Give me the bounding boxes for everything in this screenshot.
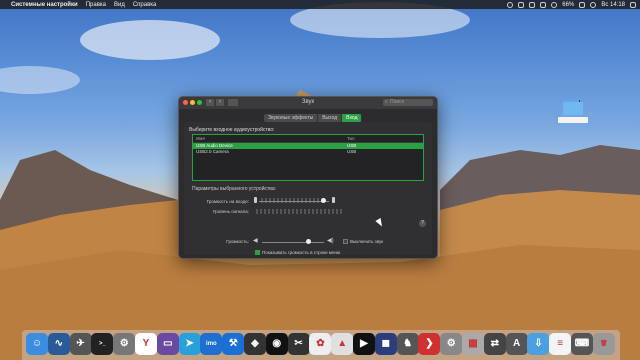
desktop-folder-label [558, 117, 588, 123]
migration-icon[interactable]: ⇄ [483, 333, 506, 355]
output-volume-slider[interactable] [262, 242, 324, 243]
search-icon: ⌕ [385, 99, 388, 105]
signal-level-meter [256, 209, 342, 214]
shortcuts-icon[interactable]: ◆ [244, 333, 266, 355]
obs-icon[interactable]: ◉ [265, 333, 288, 355]
speaker-low-icon: ◀ [253, 238, 258, 244]
system-gear-icon[interactable]: ⚙ [113, 333, 136, 355]
device-heading: Выберите входное аудиоустройство: [189, 127, 275, 133]
title-bar: ‹ › Звук ⌕ Поиск [179, 97, 437, 109]
input-volume-knob[interactable] [321, 198, 326, 203]
status-circle-icon[interactable] [507, 1, 514, 8]
device-name: USB2.0 Camera [196, 149, 229, 154]
remote-desktop-icon[interactable]: ❯ [418, 333, 441, 355]
battery-icon[interactable] [579, 1, 586, 8]
menu-view[interactable]: Вид [114, 2, 125, 8]
xcode-icon[interactable]: ⚒ [222, 333, 245, 355]
status-camera-icon[interactable] [518, 1, 525, 8]
desktop-folder-icon[interactable] [563, 100, 583, 115]
scanner-icon[interactable]: ▦ [462, 333, 484, 355]
show-volume-checkbox[interactable] [255, 250, 260, 255]
tab-sound-effects[interactable]: Звуковые эффекты [264, 114, 319, 122]
telegram-icon[interactable]: ➤ [178, 333, 201, 355]
clock[interactable]: Вс 14:18 [601, 2, 625, 8]
speaker-high-icon: ◀) [327, 238, 334, 244]
menu-bar: Системные настройки Правка Вид Справка 6… [0, 0, 640, 9]
table-header: Имя Тип [193, 136, 423, 143]
trash-icon[interactable]: 🗑 [592, 333, 615, 355]
dock: ☺ ∿ ✈ >_ ⚙ Y ▭ ➤ imo ⚒ ◆ ◉ ✂ ✿ ▲ ▶ ◼ ♞ ❯ ⚙ ▦ ⇄ A ⇩ ≡ ⌨ 🗑 [22, 330, 620, 360]
app-store-icon[interactable]: A [505, 333, 528, 355]
search-placeholder: Поиск [390, 99, 404, 105]
params-title: Параметры выбранного устройства: [192, 186, 277, 192]
mute-label: Выключить звук [350, 239, 384, 244]
system-preferences-icon[interactable]: ⚙ [440, 333, 463, 355]
device-row[interactable]: USB2.0 Camera USB [193, 149, 423, 155]
spotlight-icon[interactable] [590, 1, 597, 8]
terminal-icon[interactable]: >_ [91, 333, 114, 355]
folder-app-icon[interactable]: ▭ [156, 333, 179, 355]
keynote-icon[interactable]: ▲ [331, 333, 354, 355]
mute-checkbox[interactable] [343, 239, 348, 244]
input-volume-slider[interactable] [259, 201, 329, 202]
signal-level-label: Уровень сигнала: [212, 209, 249, 214]
sound-preferences-window: ‹ › Звук ⌕ Поиск Звуковые эффекты Выход … [178, 96, 438, 259]
yandex-browser-icon[interactable]: Y [135, 333, 157, 355]
device-table: Имя Тип USB Audio Device USB USB2.0 Came… [192, 134, 424, 181]
tab-output[interactable]: Выход [318, 114, 343, 122]
input-volume-label: Громкость на входе: [206, 199, 249, 204]
keyboard-icon[interactable]: ⌨ [571, 333, 593, 355]
finder-icon[interactable]: ☺ [26, 333, 48, 355]
column-type-header[interactable]: Тип [347, 136, 355, 141]
search-field[interactable]: ⌕ Поиск [383, 99, 433, 106]
menu-app-name[interactable]: Системные настройки [11, 2, 78, 8]
text-document-icon[interactable]: ≡ [549, 333, 572, 355]
menu-edit[interactable]: Правка [86, 2, 106, 8]
device-type: USB [347, 149, 357, 154]
tab-bar: Звуковые эффекты Выход Вход [264, 114, 363, 122]
final-cut-icon[interactable]: ✂ [287, 333, 310, 355]
chess-icon[interactable]: ♞ [396, 333, 419, 355]
output-volume-label: Громкость: [226, 239, 249, 244]
media-app-icon[interactable]: ◼ [374, 333, 397, 355]
mic-low-icon [254, 197, 257, 203]
show-volume-label: Показывать громкость в строке меню [262, 250, 341, 255]
launchpad-icon[interactable]: ✈ [69, 333, 92, 355]
imo-icon[interactable]: imo [200, 333, 223, 355]
wifi-icon[interactable] [540, 1, 547, 8]
video-player-icon[interactable]: ▶ [353, 333, 375, 355]
volume-icon[interactable] [551, 1, 558, 8]
battery-percent[interactable]: 66% [562, 2, 574, 8]
output-volume-knob[interactable] [306, 239, 311, 244]
mic-high-icon [332, 197, 335, 203]
photos-icon[interactable]: ✿ [309, 333, 332, 355]
tab-input[interactable]: Вход [342, 114, 363, 122]
folder-body [563, 102, 583, 115]
menu-help[interactable]: Справка [133, 2, 157, 8]
activity-monitor-icon[interactable]: ∿ [47, 333, 70, 355]
downloads-folder-icon[interactable]: ⇩ [527, 333, 550, 355]
column-name-header[interactable]: Имя [196, 136, 205, 141]
help-button[interactable]: ? [419, 220, 426, 227]
notification-center-icon[interactable] [630, 1, 636, 8]
status-cloud-icon[interactable] [529, 1, 536, 8]
